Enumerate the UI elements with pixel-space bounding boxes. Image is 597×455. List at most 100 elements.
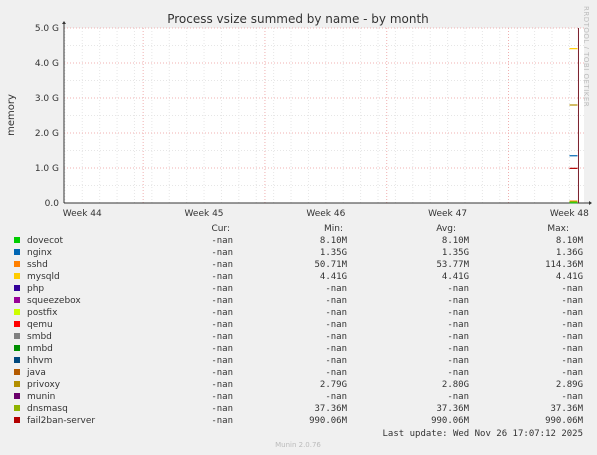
legend-value: -nan [211,368,233,378]
legend-value: -nan [325,308,347,318]
legend-value: -nan [561,320,583,330]
legend-value: -nan [561,308,583,318]
legend-series-name: qemu [27,320,53,330]
legend-value: -nan [447,308,469,318]
y-axis-label: memory [6,94,17,136]
legend-value: -nan [447,344,469,354]
legend-value: -nan [561,284,583,294]
legend-value: 2.80G [442,380,469,390]
legend-value: 1.35G [442,248,469,258]
legend-series-name: smbd [27,332,52,342]
legend-swatch-mysqld [14,273,20,279]
legend-value: -nan [325,284,347,294]
last-update: Last update: Wed Nov 26 17:07:12 2025 [383,429,583,439]
legend-swatch-privoxy [14,381,20,387]
legend-swatch-fail2ban-server [14,417,20,423]
legend-value: 8.10M [442,236,470,246]
legend-swatch-php [14,285,20,291]
legend-series-name: munin [27,392,55,402]
legend-value: 4.41G [442,272,469,282]
x-tick-label: Week 45 [185,209,224,219]
legend-swatch-smbd [14,333,20,339]
legend-series-name: postfix [27,308,58,318]
legend-value: 114.36M [545,260,584,270]
legend-series-name: sshd [27,260,48,270]
legend-series-name: dovecot [27,236,64,246]
x-tick-label: Week 48 [550,209,589,219]
legend-swatch-qemu [14,321,20,327]
legend-series-name: mysqld [27,272,60,282]
chart-title: Process vsize summed by name - by month [167,12,429,26]
legend-value: -nan [561,356,583,366]
legend-swatch-dnsmasq [14,405,20,411]
legend-value: -nan [211,392,233,402]
legend-value: 37.36M [314,404,347,414]
legend-value: -nan [211,308,233,318]
legend-swatch-squeezebox [14,297,20,303]
legend-value: 2.79G [320,380,347,390]
legend-series-name: squeezebox [27,296,81,306]
legend-value: 1.36G [556,248,583,258]
legend-value: -nan [211,320,233,330]
legend-value: 1.35G [320,248,347,258]
legend-value: 37.36M [550,404,583,414]
legend-value: 53.77M [436,260,469,270]
legend-series-name: nmbd [27,344,53,354]
legend-value: -nan [325,320,347,330]
legend-value: -nan [211,380,233,390]
legend-swatch-munin [14,393,20,399]
legend-value: 50.71M [314,260,347,270]
x-axis-arrow [589,201,592,205]
legend-series-name: hhvm [27,356,53,366]
y-tick-label: 5.0 G [35,24,59,34]
legend-value: -nan [447,332,469,342]
legend-value: -nan [325,392,347,402]
legend-value: 990.06M [545,416,584,426]
legend-column-header: Cur: [211,224,230,234]
legend-value: -nan [447,368,469,378]
legend-value: -nan [211,248,233,258]
legend-swatch-hhvm [14,357,20,363]
legend-column-header: Min: [324,224,343,234]
munin-version: Munin 2.0.76 [275,441,321,449]
legend-value: 37.36M [436,404,469,414]
legend-value: -nan [561,392,583,402]
legend-value: -nan [211,272,233,282]
y-axis-arrow [62,21,66,24]
legend-value: 8.10M [556,236,584,246]
legend-value: -nan [211,404,233,414]
legend-value: -nan [561,344,583,354]
legend-swatch-dovecot [14,237,20,243]
plot-area: 0.0 1.0 G 2.0 G 3.0 G 4.0 G 5.0 G Week 44 Week … [35,21,592,219]
x-tick-label: Week 47 [428,209,467,219]
legend-value: 4.41G [320,272,347,282]
legend-value: -nan [211,284,233,294]
legend: Cur: Min: Avg: Max: dovecot -nan 8.10M 8.10M 8.1… [14,224,584,426]
legend-value: -nan [211,344,233,354]
y-tick-label: 0.0 [45,199,60,209]
y-tick-label: 1.0 G [35,164,59,174]
legend-series-name: java [26,368,46,378]
legend-swatch-nginx [14,249,20,255]
legend-value: -nan [211,260,233,270]
legend-value: 2.89G [556,380,583,390]
legend-value: -nan [325,344,347,354]
legend-value: -nan [447,284,469,294]
legend-series-name: dnsmasq [27,404,68,414]
legend-value: 990.06M [309,416,348,426]
legend-series-name: php [27,284,44,294]
legend-series-name: fail2ban-server [27,416,95,426]
legend-series-name: nginx [27,248,53,258]
legend-swatch-nmbd [14,345,20,351]
y-tick-label: 3.0 G [35,94,59,104]
legend-swatch-sshd [14,261,20,267]
legend-value: -nan [211,416,233,426]
legend-value: -nan [447,296,469,306]
legend-column-header: Avg: [436,224,456,234]
legend-series-name: privoxy [27,380,61,390]
legend-value: -nan [325,332,347,342]
legend-value: -nan [211,356,233,366]
x-tick-label: Week 46 [306,209,345,219]
legend-value: -nan [325,368,347,378]
legend-swatch-java [14,369,20,375]
